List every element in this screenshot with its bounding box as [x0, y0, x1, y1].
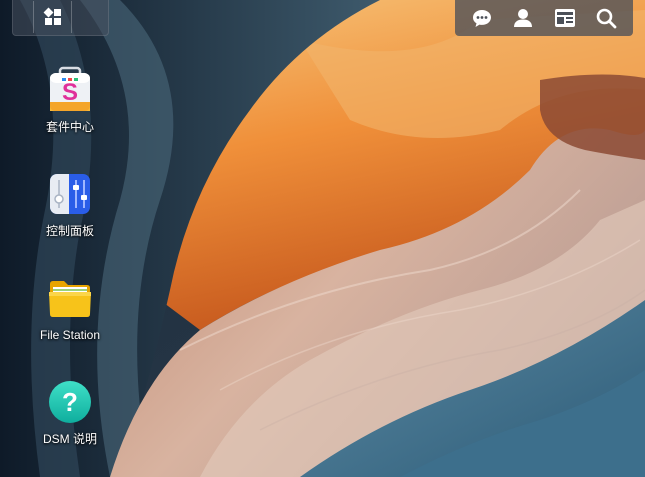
taskbar-tray	[455, 0, 633, 36]
main-menu-icon	[43, 7, 61, 25]
svg-text:?: ?	[62, 387, 78, 417]
search-button[interactable]	[590, 2, 622, 34]
search-icon	[596, 8, 617, 29]
desktop-icon-file-station[interactable]: File Station	[20, 274, 120, 342]
desktop-icon-control-panel[interactable]: 控制面板	[20, 170, 120, 238]
control-panel-icon	[50, 174, 90, 214]
desktop-icon-dsm-help[interactable]: ? DSM 说明	[20, 378, 120, 446]
desktop-icon-label: 套件中心	[45, 120, 94, 134]
widgets-icon	[554, 9, 575, 27]
desktop-icon-label: File Station	[39, 328, 101, 342]
desktop-icon-label: DSM 说明	[42, 432, 97, 446]
widgets-button[interactable]	[549, 2, 581, 34]
desktop-icon-label: 控制面板	[45, 224, 94, 238]
dsm-help-icon: ?	[49, 381, 91, 423]
file-station-icon	[49, 281, 91, 317]
main-menu-button[interactable]	[33, 1, 72, 33]
notifications-button[interactable]	[466, 2, 498, 34]
user-button[interactable]	[507, 2, 539, 34]
taskbar-left	[12, 0, 109, 36]
user-icon	[514, 9, 533, 27]
desktop-icon-package-center[interactable]: S 套件中心	[20, 66, 120, 134]
svg-text:S: S	[62, 79, 78, 106]
package-center-icon: S	[50, 66, 90, 111]
chat-icon	[472, 10, 491, 27]
